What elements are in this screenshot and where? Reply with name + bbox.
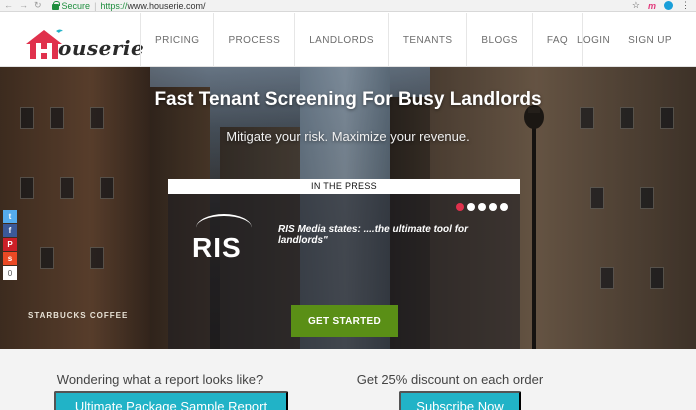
social-share-bar: t f P s 0	[3, 210, 17, 280]
sample-report-heading: Wondering what a report looks like?	[56, 372, 264, 387]
press-quote: RIS Media states: ....the ultimate tool …	[278, 224, 469, 246]
back-arrow-icon[interactable]: ←	[4, 0, 13, 11]
pinterest-icon[interactable]: P	[3, 238, 17, 251]
store-sign: STARBUCKS COFFEE	[28, 311, 129, 320]
nav-blogs[interactable]: BLOGS	[466, 13, 531, 67]
reload-icon[interactable]: ↻	[34, 0, 42, 11]
hero-section: STARBUCKS COFFEE Fast Tenant Screening F…	[0, 67, 696, 349]
logo-text: ouserie	[58, 36, 145, 60]
sample-report-button[interactable]: Ultimate Package Sample Report	[54, 391, 288, 410]
press-heading: IN THE PRESS	[168, 179, 520, 194]
nav-faq[interactable]: FAQ	[531, 13, 584, 67]
url-separator: |	[94, 0, 97, 11]
hero-title: Fast Tenant Screening For Busy Landlords	[154, 89, 542, 110]
carousel-dots	[456, 203, 508, 211]
browser-address-bar: ← → ↻ Secure | https://www.houserie.com/…	[0, 0, 696, 12]
signup-link[interactable]: SIGN UP	[628, 35, 672, 46]
url-scheme: https://	[100, 0, 128, 11]
carousel-dot[interactable]	[489, 203, 497, 211]
carousel-dot[interactable]	[478, 203, 486, 211]
url-field[interactable]: https://www.houserie.com/	[100, 1, 205, 11]
stumbleupon-icon[interactable]: s	[3, 252, 17, 265]
carousel-dot[interactable]	[467, 203, 475, 211]
carousel-dot[interactable]	[456, 203, 464, 211]
url-path: /	[202, 0, 206, 11]
bookmark-star-icon[interactable]: ☆	[632, 0, 640, 11]
extension-m-icon[interactable]: m	[648, 1, 656, 11]
secure-label: Secure	[61, 0, 91, 11]
carousel-dot[interactable]	[500, 203, 508, 211]
nav-tenants[interactable]: TENANTS	[387, 13, 466, 67]
share-count: 0	[3, 266, 17, 280]
get-started-button[interactable]: GET STARTED	[291, 305, 398, 337]
ris-logo: RIS	[192, 232, 242, 263]
forward-arrow-icon[interactable]: →	[19, 0, 28, 11]
nav-process[interactable]: PROCESS	[213, 13, 294, 67]
nav-pricing[interactable]: PRICING	[140, 13, 213, 67]
auth-links: LOGIN SIGN UP	[577, 13, 672, 67]
houserie-logo[interactable]: ouserie	[24, 19, 144, 63]
facebook-icon[interactable]: f	[3, 224, 17, 237]
subscribe-button[interactable]: Subscribe Now	[399, 391, 521, 410]
promo-section: Wondering what a report looks like? Ulti…	[0, 349, 696, 410]
discount-heading: Get 25% discount on each order	[356, 372, 544, 387]
nav-landlords[interactable]: LANDLORDS	[294, 13, 388, 67]
lock-icon	[51, 0, 60, 10]
login-link[interactable]: LOGIN	[577, 35, 610, 46]
twitter-icon[interactable]: t	[3, 210, 17, 223]
browser-menu-icon[interactable]: ⋮	[681, 0, 690, 11]
hero-subtitle: Mitigate your risk. Maximize your revenu…	[226, 129, 470, 144]
browser-toolbar-right: ☆ m ⋮	[632, 0, 696, 11]
site-header: ouserie PRICING PROCESS LANDLORDS TENANT…	[0, 13, 696, 67]
url-host: www.houserie.com	[127, 0, 203, 11]
browser-nav: ← → ↻	[0, 0, 42, 11]
extension-circle-icon[interactable]	[664, 1, 673, 10]
main-nav: PRICING PROCESS LANDLORDS TENANTS BLOGS …	[140, 13, 584, 67]
